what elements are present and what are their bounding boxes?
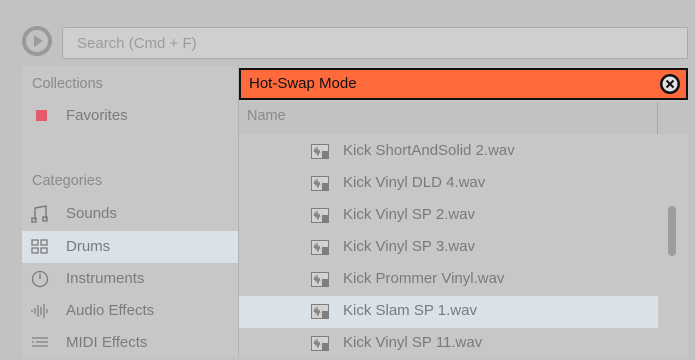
file-name: Kick Vinyl SP 11.wav <box>343 334 483 351</box>
name-column-header[interactable]: Name <box>239 102 688 134</box>
audio-file-icon <box>311 272 329 287</box>
file-row[interactable]: Kick Vinyl SP 2.wav <box>239 200 658 232</box>
search-placeholder: Search (Cmd + F) <box>77 35 197 52</box>
sidebar-item-label: Favorites <box>66 107 128 124</box>
file-row[interactable]: Kick Vinyl SP 11.wav <box>239 328 658 360</box>
audio-file-icon <box>311 336 329 351</box>
file-row[interactable]: Kick Vinyl DLD 4.wav <box>239 168 658 200</box>
close-icon[interactable] <box>660 74 680 94</box>
note-icon <box>30 204 50 224</box>
file-name: Kick Vinyl SP 2.wav <box>343 206 476 223</box>
sidebar-item-favorites[interactable]: Favorites <box>22 100 238 132</box>
column-header-label: Name <box>247 108 286 124</box>
preview-play-icon[interactable] <box>22 26 52 56</box>
sidebar-item-midi-effects[interactable]: MIDI Effects <box>22 327 238 359</box>
clock-icon <box>30 269 50 289</box>
hotswap-label: Hot-Swap Mode <box>249 75 357 92</box>
audio-file-icon <box>311 240 329 255</box>
sidebar-item-label: Sounds <box>66 205 117 222</box>
audio-file-icon <box>311 176 329 191</box>
audio-file-icon <box>311 144 329 159</box>
grid-icon <box>30 237 50 257</box>
column-divider <box>657 102 658 134</box>
sidebar-item-sounds[interactable]: Sounds <box>22 198 238 230</box>
categories-title: Categories <box>32 173 103 189</box>
hotswap-banner: Hot-Swap Mode <box>239 68 688 100</box>
file-name: Kick Prommer Vinyl.wav <box>343 270 505 287</box>
vertical-scrollbar[interactable] <box>668 206 676 256</box>
midi-icon <box>30 333 50 353</box>
file-name: Kick ShortAndSolid 2.wav <box>343 142 515 159</box>
file-name: Kick Slam SP 1.wav <box>343 302 477 319</box>
sidebar-item-label: Audio Effects <box>66 302 155 319</box>
sidebar-item-label: Drums <box>66 238 111 255</box>
file-row[interactable]: Kick Slam SP 1.wav <box>239 296 658 328</box>
sidebar-item-instruments[interactable]: Instruments <box>22 263 238 295</box>
file-browser: Hot-Swap Mode Name Kick ShortAndSolid 2.… <box>239 66 688 357</box>
sidebar-item-drums[interactable]: Drums <box>22 231 238 263</box>
audio-file-icon <box>311 304 329 319</box>
favorites-color-tag <box>36 110 47 121</box>
collections-title: Collections <box>32 76 103 92</box>
audio-file-icon <box>311 208 329 223</box>
file-list: Kick ShortAndSolid 2.wav Kick Vinyl DLD … <box>239 136 688 357</box>
sidebar: Collections Favorites Categories Sounds … <box>22 66 239 357</box>
search-input[interactable]: Search (Cmd + F) <box>62 27 688 59</box>
file-row[interactable]: Kick ShortAndSolid 2.wav <box>239 136 658 168</box>
waveform-icon <box>30 301 50 321</box>
browser-toolbar: Search (Cmd + F) <box>0 0 695 66</box>
sidebar-item-audio-effects[interactable]: Audio Effects <box>22 295 238 327</box>
file-name: Kick Vinyl SP 3.wav <box>343 238 476 255</box>
sidebar-item-label: MIDI Effects <box>66 334 148 351</box>
file-row[interactable]: Kick Prommer Vinyl.wav <box>239 264 658 296</box>
sidebar-item-label: Instruments <box>66 270 145 287</box>
file-name: Kick Vinyl DLD 4.wav <box>343 174 486 191</box>
file-row[interactable]: Kick Vinyl SP 3.wav <box>239 232 658 264</box>
